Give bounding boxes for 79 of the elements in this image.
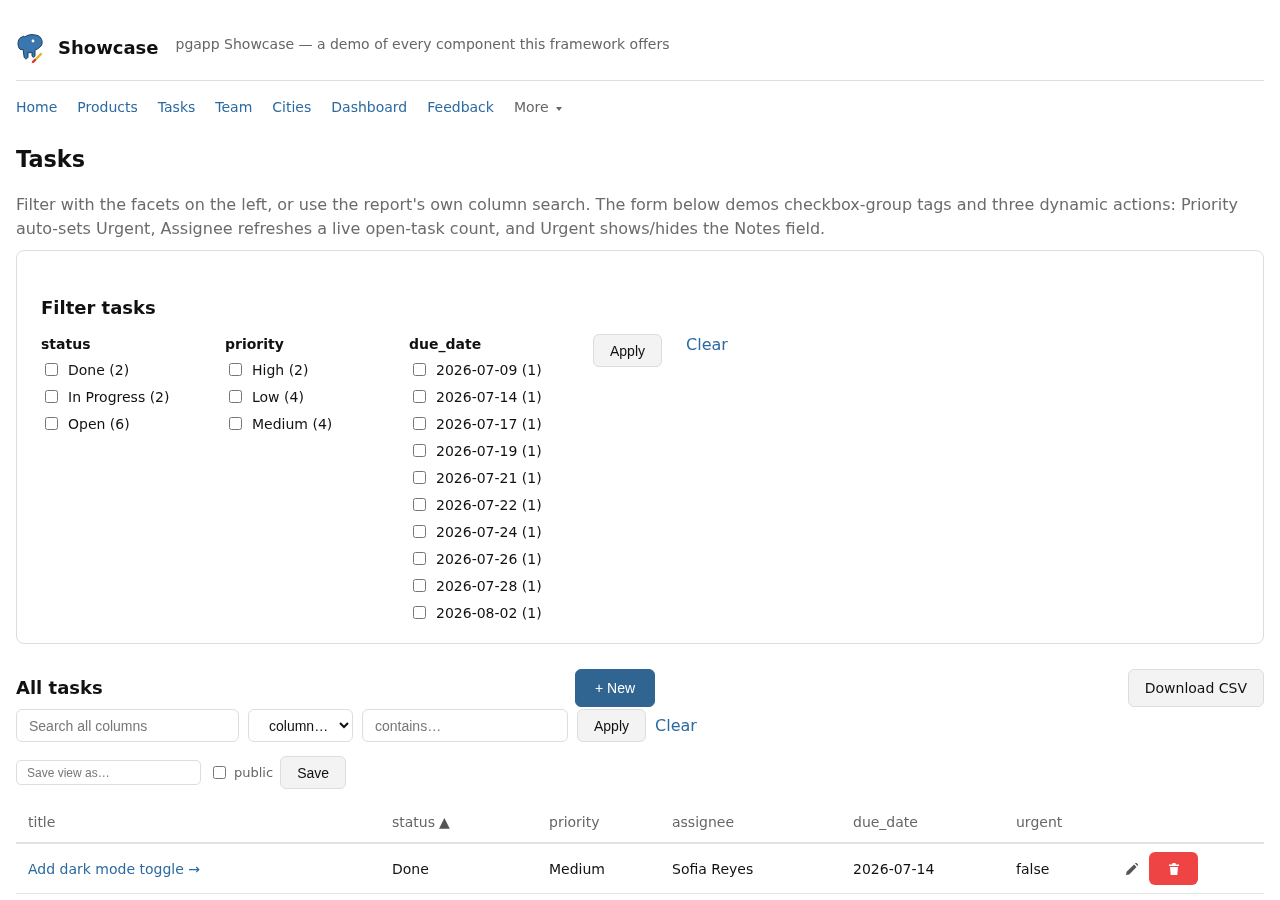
checkbox[interactable] — [413, 525, 426, 538]
nav-link[interactable]: Team — [215, 97, 253, 117]
facet-heading: status — [41, 335, 92, 354]
checkbox-label: 2026-07-09 (1) — [436, 360, 542, 380]
nav-link[interactable]: Cities — [272, 97, 312, 117]
column-header: priority — [537, 802, 660, 843]
more-menu[interactable]: More — [513, 97, 562, 117]
app-title: Showcase — [58, 36, 159, 60]
checkbox[interactable] — [45, 390, 58, 403]
checkbox-label: 2026-07-26 (1) — [436, 549, 542, 569]
checkbox-label: 2026-08-02 (1) — [436, 603, 542, 623]
checkbox[interactable] — [229, 363, 242, 376]
checkbox-label: 2026-07-22 (1) — [436, 495, 542, 515]
checkbox-label: 2026-07-24 (1) — [436, 522, 542, 542]
checkbox-label: 2026-07-14 (1) — [436, 387, 542, 407]
checkbox[interactable] — [413, 417, 426, 430]
search-field[interactable]: Search all columns — [16, 709, 239, 742]
checkbox-label: 2026-07-19 (1) — [436, 441, 542, 461]
checkbox-label: 2026-07-21 (1) — [436, 468, 542, 488]
checkbox[interactable] — [45, 417, 58, 430]
checkbox-label: 2026-07-17 (1) — [436, 414, 542, 434]
table-cell: false — [1016, 860, 1050, 877]
checkbox-label: High (2) — [252, 360, 309, 380]
checkbox[interactable] — [413, 552, 426, 565]
nav-link[interactable]: Home — [16, 97, 58, 117]
checkbox[interactable] — [213, 766, 226, 779]
table-cell: Done — [392, 860, 429, 877]
checkbox[interactable] — [229, 417, 242, 430]
apply-button[interactable]: Apply — [593, 334, 663, 367]
checkbox[interactable] — [45, 363, 58, 376]
nav-link[interactable]: Tasks — [157, 97, 196, 117]
tagline: pgapp Showcase — a demo of every component this framework offers — [175, 35, 670, 54]
checkbox[interactable] — [413, 606, 426, 619]
checkbox-label: Open (6) — [68, 414, 130, 434]
table-cell: Sofia Reyes — [672, 860, 754, 877]
checkbox[interactable] — [413, 471, 426, 484]
column-header: due_date — [841, 802, 1004, 843]
checkbox-label: Done (2) — [68, 360, 130, 380]
trash-icon — [1168, 862, 1179, 875]
download-csv-button[interactable]: Download CSV — [1127, 669, 1264, 707]
section-title: All tasks — [16, 677, 104, 699]
column-header: assignee — [660, 802, 841, 843]
nav-link[interactable]: Feedback — [427, 97, 494, 117]
checkbox[interactable] — [413, 390, 426, 403]
table-cell: Medium — [549, 860, 605, 877]
page-description: Filter with the facets on the left, or use the report's own column search. The form below demos checkbox-group tags and three dynamic actions: Priority auto-sets Urgent, Assignee refreshes a live open-task count, and Urgent shows/hides the Notes field. — [16, 194, 1239, 240]
apply-button[interactable]: Apply — [577, 709, 647, 742]
facet-heading: priority — [225, 335, 285, 354]
checkbox[interactable] — [413, 363, 426, 376]
clear-link[interactable]: Clear — [686, 334, 728, 356]
delete-button[interactable] — [1149, 852, 1198, 885]
checkbox-label: 2026-07-28 (1) — [436, 576, 542, 596]
table-cell: 2026-07-14 — [853, 860, 935, 877]
checkbox[interactable] — [413, 444, 426, 457]
save-view-field[interactable]: Save view as… — [16, 760, 201, 785]
save-button[interactable]: Save — [280, 756, 347, 789]
task-link[interactable]: Add dark mode toggle → — [28, 860, 200, 877]
column-header: urgent — [1004, 802, 1114, 843]
panel-title: Filter tasks — [41, 297, 157, 319]
checkbox-label: Low (4) — [252, 387, 304, 407]
checkbox[interactable] — [413, 498, 426, 511]
column-header: title — [16, 802, 380, 843]
clear-link[interactable]: Clear — [655, 714, 697, 737]
checkbox[interactable] — [229, 390, 242, 403]
elephant-icon — [17, 33, 45, 63]
contains-field[interactable]: contains… — [362, 709, 568, 742]
nav-link[interactable]: Dashboard — [331, 97, 408, 117]
checkbox-label: public — [234, 765, 274, 780]
checkbox[interactable] — [413, 579, 426, 592]
column-select[interactable]: column… — [248, 709, 353, 742]
new-button[interactable]: + New — [575, 669, 656, 707]
column-header[interactable]: status ▲ — [380, 802, 537, 843]
facet-heading: due_date — [409, 335, 483, 354]
nav-link[interactable]: Products — [77, 97, 138, 117]
checkbox-label: In Progress (2) — [68, 387, 170, 407]
page-title: Tasks — [16, 146, 87, 172]
pencil-icon[interactable] — [1126, 862, 1138, 875]
caret-icon — [555, 106, 562, 111]
checkbox-label: Medium (4) — [252, 414, 333, 434]
